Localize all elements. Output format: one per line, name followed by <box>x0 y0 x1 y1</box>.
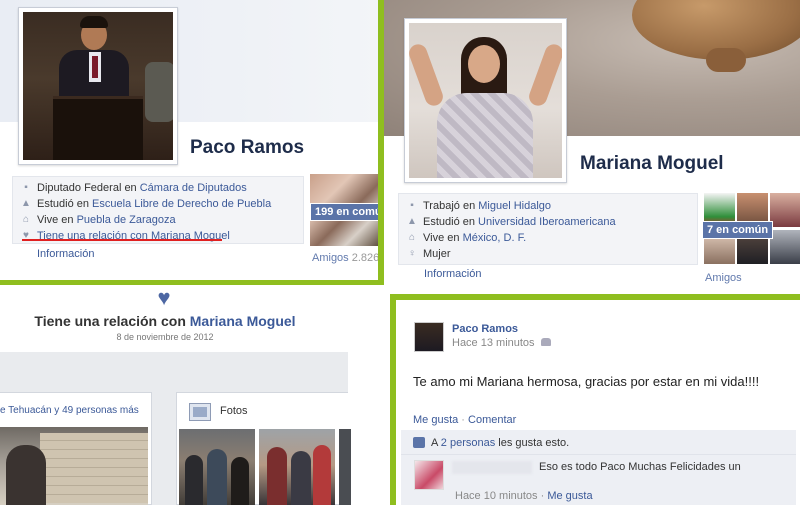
gender-icon: ♀ <box>408 248 416 259</box>
paco-profile-picture[interactable] <box>18 7 178 165</box>
graduation-icon: ▲ <box>21 198 31 209</box>
photos-icon <box>189 403 211 421</box>
paco-photo <box>23 12 173 160</box>
mariana-info-row-school: ▲ Estudió en Universidad Iberoamericana <box>407 216 616 228</box>
thumbs-up-icon <box>413 437 425 448</box>
mariana-photo <box>409 23 562 178</box>
photos-card[interactable]: Fotos <box>176 392 351 505</box>
commenter-name-redacted <box>452 461 532 474</box>
photos-label[interactable]: Fotos <box>220 405 248 417</box>
tagged-photo[interactable] <box>0 427 148 505</box>
paco-info-link[interactable]: Información <box>37 248 94 260</box>
mariana-school-link[interactable]: Universidad Iberoamericana <box>478 216 616 228</box>
mariana-common-friends-badge[interactable]: 7 en común <box>702 221 774 239</box>
briefcase-icon: ▪ <box>24 182 28 193</box>
comment-like-button[interactable]: Me gusta <box>547 490 592 502</box>
paco-info-row-school: ▲ Estudió en Escuela Libre de Derecho de… <box>21 198 272 210</box>
mariana-info-row-gender: ♀ Mujer <box>408 248 451 260</box>
like-button[interactable]: Me gusta <box>413 414 458 426</box>
heart-icon: ♥ <box>157 285 171 310</box>
mariana-friends-label[interactable]: Amigos <box>705 272 742 284</box>
paco-friends-count: 2.826 <box>351 252 380 264</box>
paco-work-link[interactable]: Cámara de Diputados <box>140 182 247 194</box>
comment-text: Eso es todo Paco Muchas Felicidades un <box>539 461 741 473</box>
status-post-panel: Paco Ramos Hace 13 minutos Te amo mi Mar… <box>397 302 800 505</box>
divider-horizontal-left <box>0 280 384 285</box>
divider-vertical-top <box>378 0 384 284</box>
paco-info-box: ▪ Diputado Federal en Cámara de Diputado… <box>12 176 304 244</box>
post-actions: Me gusta · Comentar <box>413 414 517 426</box>
mariana-info-link[interactable]: Información <box>424 268 481 280</box>
mariana-info-row-work: ▪ Trabajó en Miguel Hidalgo <box>399 198 697 214</box>
photos-strip <box>179 429 351 505</box>
house-icon: ⌂ <box>408 232 416 243</box>
post-author-name[interactable]: Paco Ramos <box>452 323 518 335</box>
relationship-story-panel: ♥ Tiene una relación con Mariana Moguel … <box>0 284 390 505</box>
graduation-icon: ▲ <box>407 216 417 227</box>
briefcase-icon: ▪ <box>410 200 414 211</box>
comment-timestamp[interactable]: Hace 10 minutos <box>455 490 538 502</box>
comment-meta: Hace 10 minutos · Me gusta <box>455 490 593 502</box>
mariana-profile-name[interactable]: Mariana Moguel <box>580 153 724 175</box>
photo-thumbnail[interactable] <box>259 429 335 505</box>
paco-info-row-home: ⌂ Vive en Puebla de Zaragoza <box>22 214 176 226</box>
mariana-info-row-home: ⌂ Vive en México, D. F. <box>408 232 527 244</box>
likes-people-link[interactable]: 2 personas <box>441 437 495 449</box>
divider-horizontal-right <box>390 294 800 300</box>
comment-divider <box>401 454 796 455</box>
friends-privacy-icon[interactable] <box>540 338 551 346</box>
commenter-avatar[interactable] <box>414 460 444 490</box>
relationship-partner-link[interactable]: Mariana Moguel <box>190 313 296 329</box>
paco-profile-name[interactable]: Paco Ramos <box>190 137 304 159</box>
paco-info-row-relationship: ♥ Tiene una relación con Mariana Moguel <box>13 228 303 244</box>
house-icon: ⌂ <box>22 214 30 225</box>
post-message: Te amo mi Mariana hermosa, gracias por e… <box>413 374 760 389</box>
divider-vertical-bottom <box>390 294 396 505</box>
photo-thumbnail[interactable] <box>179 429 255 505</box>
photo-thumbnail[interactable] <box>339 429 351 505</box>
mariana-work-link[interactable]: Miguel Hidalgo <box>478 200 551 212</box>
paco-profile-panel: Paco Ramos ▪ Diputado Federal en Cámara … <box>0 0 380 282</box>
comment-button[interactable]: Comentar <box>468 414 516 426</box>
paco-common-friends-badge[interactable]: 199 en común <box>310 203 380 221</box>
mariana-info-box: ▪ Trabajó en Miguel Hidalgo ▲ Estudió en… <box>398 193 698 265</box>
paco-friends-label[interactable]: Amigos 2.826 <box>312 252 379 264</box>
paco-city-link[interactable]: Puebla de Zaragoza <box>77 214 176 226</box>
likes-summary: A 2 personas les gusta esto. <box>413 437 569 449</box>
mariana-profile-picture[interactable] <box>404 18 567 183</box>
mariana-profile-panel: Mariana Moguel ▪ Trabajó en Miguel Hidal… <box>384 0 800 295</box>
relationship-title: Tiene una relación con Mariana Moguel <box>34 313 296 329</box>
post-meta: Hace 13 minutos <box>452 337 551 349</box>
mariana-city-link[interactable]: México, D. F. <box>463 232 527 244</box>
paco-info-row-work: ▪ Diputado Federal en Cámara de Diputado… <box>13 180 303 196</box>
tagged-people-text[interactable]: e Tehuacán y 49 personas más <box>0 405 139 416</box>
post-timestamp[interactable]: Hace 13 minutos <box>452 337 535 349</box>
post-author-avatar[interactable] <box>414 322 444 352</box>
relationship-underline-annotation <box>22 239 222 241</box>
paco-school-link[interactable]: Escuela Libre de Derecho de Puebla <box>92 198 271 210</box>
relationship-date: 8 de noviembre de 2012 <box>116 332 214 342</box>
tagged-photo-card[interactable]: e Tehuacán y 49 personas más <box>0 392 152 505</box>
